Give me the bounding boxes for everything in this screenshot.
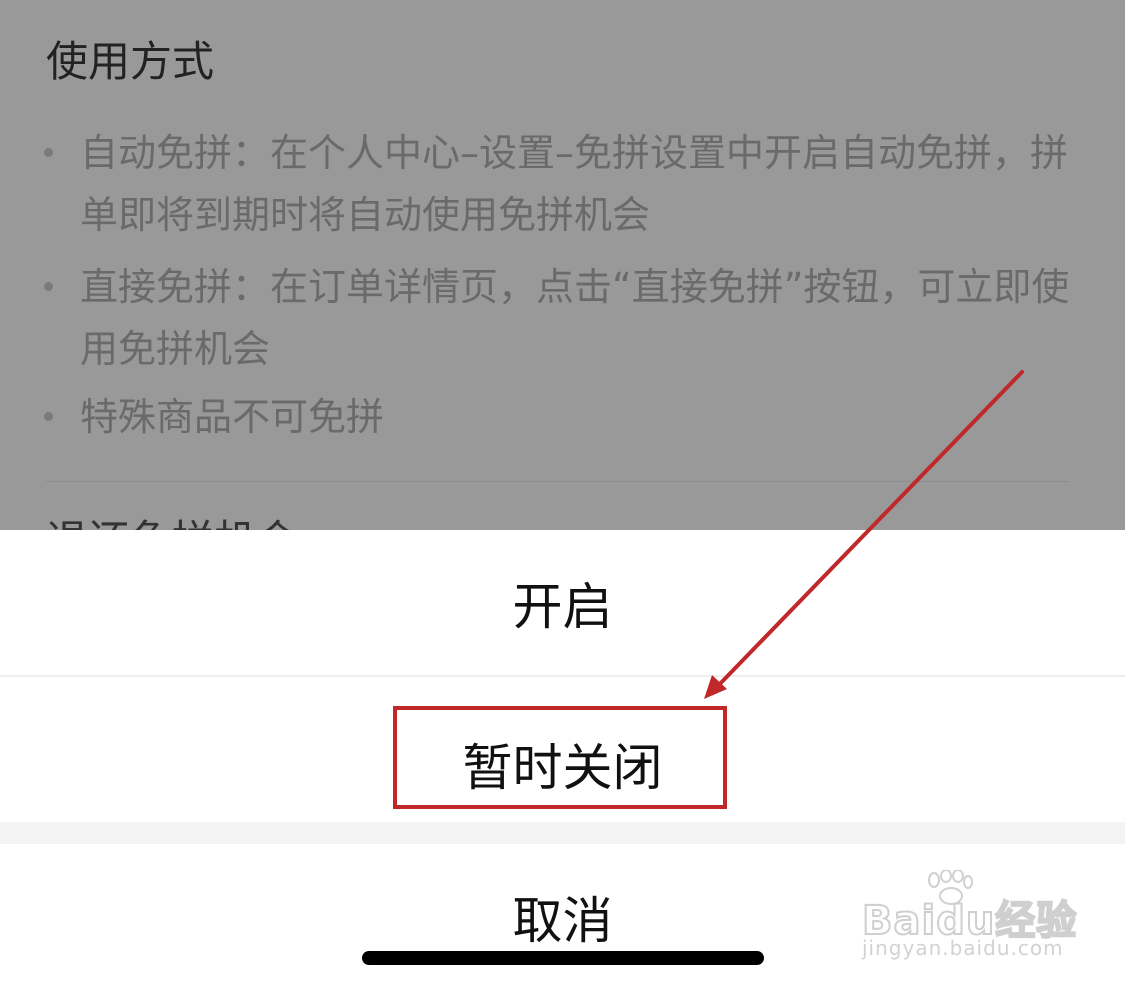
baidu-jingyan-watermark: Baidu经验 jingyan.baidu.com [861, 870, 1077, 970]
bullet-direct-exempt: 直接免拼：在订单详情页，点击“直接免拼”按钮，可立即使用免拼机会 [44, 256, 1070, 380]
home-indicator [362, 951, 764, 965]
section-title-usage: 使用方式 [46, 37, 215, 86]
bullet-special-goods: 特殊商品不可免拼 [44, 386, 1070, 448]
section-title-refund: 退还免拼机会 [46, 515, 298, 530]
watermark-url: jingyan.baidu.com [862, 936, 1064, 960]
open-button[interactable]: 开启 [0, 530, 1125, 675]
bullet-auto-exempt: 自动免拼：在个人中心–设置–免拼设置中开启自动免拼，拼单即将到期时将自动使用免拼… [44, 122, 1070, 246]
section-divider [46, 481, 1069, 482]
cancel-gap [0, 822, 1125, 844]
dimmed-background-content: 使用方式 自动免拼：在个人中心–设置–免拼设置中开启自动免拼，拼单即将到期时将自… [0, 0, 1125, 530]
